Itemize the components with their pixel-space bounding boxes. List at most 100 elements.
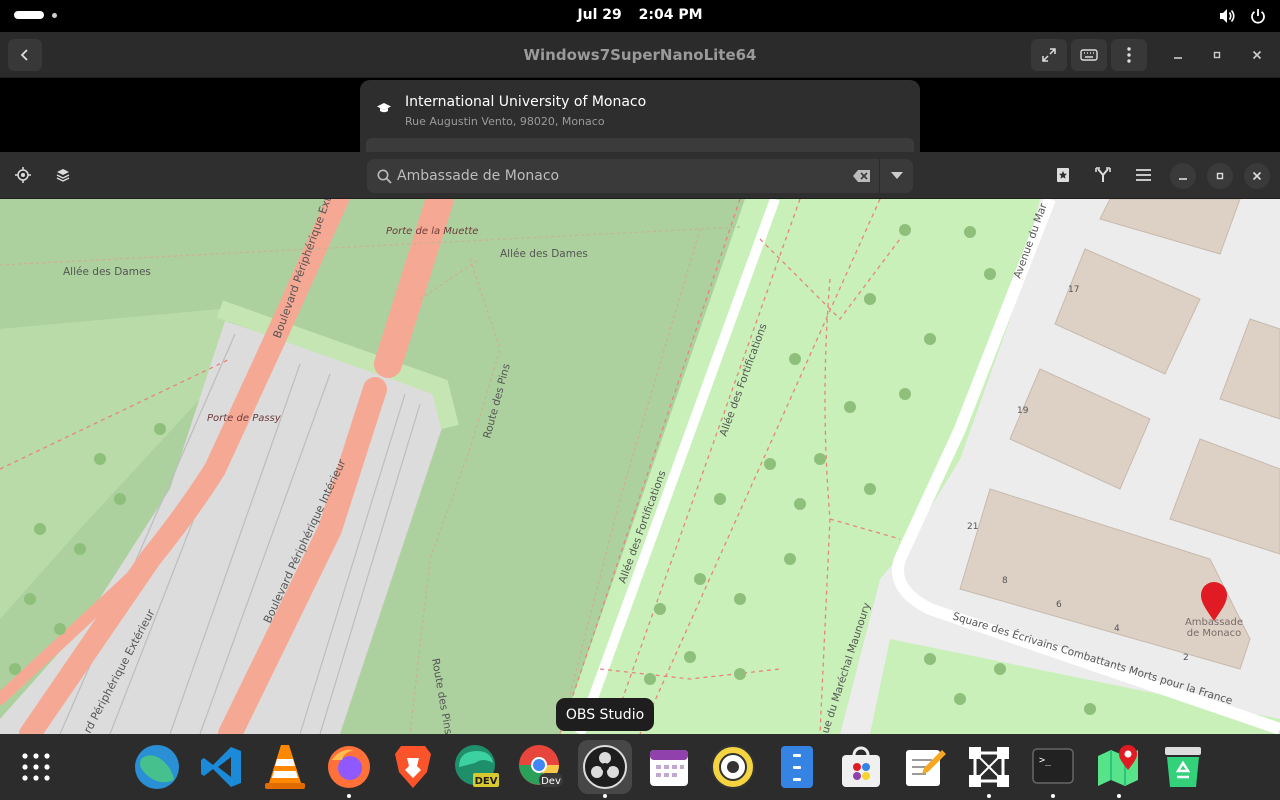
running-indicator: [603, 794, 607, 798]
map-view[interactable]: Porte de la Muette Allée des Dames Allée…: [0, 199, 1280, 734]
clear-text-icon[interactable]: [853, 170, 871, 182]
maps-minimize-button[interactable]: [1170, 163, 1196, 189]
dock-app-text-editor[interactable]: [898, 740, 952, 794]
chrome-dev-icon: Dev: [519, 745, 563, 787]
svg-text:Dev: Dev: [541, 776, 561, 787]
dock-app-calendar[interactable]: [642, 740, 696, 794]
running-indicator: [1051, 794, 1055, 798]
dock-app-trash[interactable]: [1156, 740, 1210, 794]
clock[interactable]: Jul 29 2:04 PM: [0, 7, 1280, 23]
fullscreen-icon: [1042, 48, 1056, 62]
dock-app-earth[interactable]: [130, 740, 184, 794]
search-dropdown-button[interactable]: [879, 159, 913, 193]
chevron-down-icon: [890, 172, 903, 179]
label-num-17: 17: [1068, 285, 1079, 295]
bookmark-star-icon: [1057, 168, 1069, 182]
keyboard-icon: [1080, 49, 1098, 61]
menu-button[interactable]: [1111, 39, 1147, 71]
search-result-address: Rue Augustin Vento, 98020, Monaco: [405, 115, 605, 128]
speaker-icon: [711, 745, 755, 789]
dock-app-edge-dev[interactable]: DEV: [450, 740, 504, 794]
keyboard-button[interactable]: [1071, 39, 1107, 71]
calendar-icon: [650, 750, 688, 786]
screen: Jul 29 2:04 PM Windows7SuperNanoLite64 I…: [0, 0, 1280, 800]
minimize-button[interactable]: [1165, 42, 1191, 68]
close-icon: [1252, 171, 1262, 181]
globe-icon: [135, 745, 179, 789]
dock-app-vscode[interactable]: [194, 740, 248, 794]
terminal-icon: >_: [1032, 748, 1074, 784]
dock-app-maps[interactable]: [1092, 740, 1146, 798]
dock-app-brave[interactable]: [386, 740, 440, 794]
fullscreen-button[interactable]: [1031, 39, 1067, 71]
maximize-icon: [1216, 172, 1224, 180]
label-num-8: 8: [1002, 576, 1008, 586]
search-results-popover: International University of Monaco Rue A…: [360, 80, 920, 152]
shopping-bag-icon: [842, 746, 880, 787]
svg-text:>_: >_: [1039, 755, 1052, 766]
firefox-icon: [328, 746, 370, 788]
dock-app-firefox[interactable]: [322, 740, 376, 798]
search-icon: [377, 169, 392, 184]
layers-button[interactable]: [49, 161, 77, 189]
search-entry[interactable]: [367, 159, 913, 193]
dock-app-audio[interactable]: [706, 740, 760, 794]
dock-tooltip: OBS Studio: [556, 698, 654, 731]
dock-app-vlc[interactable]: [258, 740, 312, 794]
remote-window-titlebar: Windows7SuperNanoLite64: [0, 32, 1280, 78]
vscode-icon: [201, 747, 241, 787]
label-num-21: 21: [967, 522, 978, 532]
brave-lion-icon: [395, 746, 431, 788]
clock-date: Jul 29: [577, 7, 622, 23]
dock: DEV Dev >_: [0, 734, 1280, 800]
maximize-button[interactable]: [1204, 42, 1230, 68]
vlc-cone-icon: [265, 745, 305, 789]
dock-app-store[interactable]: [834, 740, 888, 794]
graduation-cap-icon: [377, 103, 391, 113]
clock-time: 2:04 PM: [638, 7, 703, 23]
edge-dev-icon: DEV: [455, 745, 499, 787]
dock-app-inkscape[interactable]: [962, 740, 1016, 798]
running-indicator: [1117, 794, 1121, 798]
map-pin-icon: [1098, 745, 1138, 786]
maps-maximize-button[interactable]: [1207, 163, 1233, 189]
running-indicator: [347, 794, 351, 798]
running-indicator: [987, 794, 991, 798]
label-allee-dames-2: Allée des Dames: [500, 248, 588, 260]
hamburger-icon: [1135, 169, 1151, 181]
minimize-icon: [1179, 178, 1187, 180]
minimize-icon: [1174, 57, 1182, 59]
route-button[interactable]: [1089, 161, 1117, 189]
file-cabinet-icon: [781, 746, 813, 788]
search-result-name: International University of Monaco: [405, 94, 647, 110]
map-canvas[interactable]: Porte de la Muette Allée des Dames Allée…: [0, 199, 1280, 734]
dock-app-chrome-dev[interactable]: Dev: [514, 740, 568, 794]
svg-text:DEV: DEV: [475, 776, 498, 787]
route-fork-icon: [1095, 167, 1111, 182]
obs-icon: [583, 745, 627, 789]
search-result-item[interactable]: International University of Monaco Rue A…: [360, 80, 920, 136]
show-apps-button[interactable]: [9, 740, 63, 794]
volume-icon: [1220, 9, 1235, 23]
close-button[interactable]: [1244, 42, 1270, 68]
maps-headerbar: [0, 152, 1280, 199]
label-porte-muette: Porte de la Muette: [386, 226, 478, 237]
close-icon: [1252, 50, 1262, 60]
dock-app-obs[interactable]: [578, 740, 632, 798]
label-num-19: 19: [1017, 406, 1029, 416]
power-icon: [1251, 9, 1265, 24]
maps-close-button[interactable]: [1244, 163, 1270, 189]
label-num-2: 2: [1183, 653, 1189, 663]
search-input[interactable]: [397, 159, 837, 193]
locate-button[interactable]: [9, 161, 37, 189]
vector-square-icon: [969, 747, 1009, 787]
label-porte-passy: Porte de Passy: [207, 413, 282, 424]
dock-app-terminal[interactable]: >_: [1026, 740, 1080, 798]
system-menu[interactable]: [1218, 7, 1266, 25]
recycle-bin-icon: [1165, 747, 1201, 787]
dock-app-files[interactable]: [770, 740, 824, 794]
search-result-item-partial[interactable]: [366, 138, 914, 152]
bookmarks-button[interactable]: [1049, 161, 1077, 189]
hamburger-menu-button[interactable]: [1129, 161, 1157, 189]
text-editor-icon: [906, 750, 946, 786]
